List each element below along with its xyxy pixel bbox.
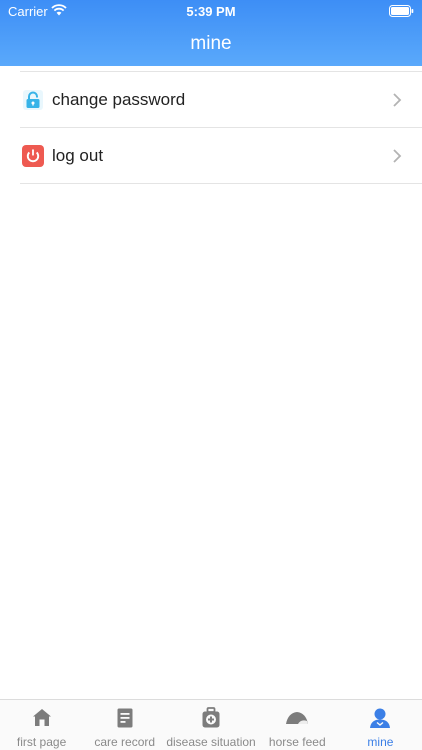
tab-disease-situation[interactable]: disease situation	[166, 700, 256, 750]
document-icon	[117, 708, 133, 728]
chevron-right-icon	[393, 93, 402, 107]
change-password-label: change password	[52, 89, 186, 109]
tab-horse-feed[interactable]: horse feed	[256, 700, 339, 750]
tab-care-record[interactable]: care record	[83, 700, 166, 750]
tab-mine[interactable]: mine	[339, 700, 422, 750]
tab-first-page[interactable]: first page	[0, 700, 83, 750]
power-icon	[22, 144, 44, 167]
change-password-row[interactable]: change password	[20, 72, 422, 128]
chevron-right-icon	[393, 149, 402, 163]
lock-icon	[22, 89, 44, 111]
tab-bar: first page care record disease situation	[0, 699, 422, 750]
screen: Carrier 5:39 PM mine change password log…	[0, 0, 422, 750]
person-icon	[370, 708, 391, 728]
battery-icon	[389, 5, 414, 17]
feed-icon	[286, 712, 309, 724]
clock: 5:39 PM	[186, 4, 236, 19]
status-bar: Carrier 5:39 PM	[0, 0, 422, 22]
tab-label: disease situation	[166, 735, 256, 749]
page-title: mine	[190, 33, 232, 54]
menu-list: change password log out	[0, 66, 422, 184]
tab-label: care record	[94, 735, 156, 749]
home-icon	[32, 709, 51, 726]
medical-kit-icon	[202, 707, 220, 728]
tab-label: horse feed	[268, 735, 326, 749]
log-out-label: log out	[52, 145, 104, 165]
tab-label: mine	[367, 735, 394, 749]
tab-label: first page	[16, 735, 67, 749]
log-out-row[interactable]: log out	[20, 128, 422, 184]
nav-header: Carrier 5:39 PM mine	[0, 0, 422, 66]
